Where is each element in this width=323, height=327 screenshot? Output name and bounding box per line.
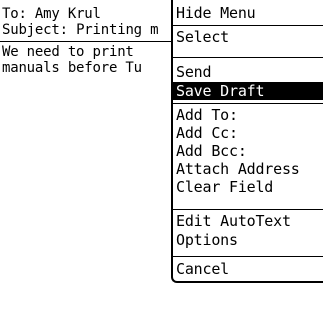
menu-item-select[interactable]: Select <box>173 28 323 46</box>
message-body-line[interactable]: We need to print <box>2 44 134 60</box>
menu-separator <box>173 25 323 26</box>
menu-item-hide-menu[interactable]: Hide Menu <box>173 4 323 22</box>
to-field[interactable]: To: Amy Krul <box>2 6 101 22</box>
to-label: To: <box>2 6 27 22</box>
context-menu: Hide Menu Select Send Save Draft Add To:… <box>171 0 323 283</box>
menu-separator <box>173 57 323 58</box>
menu-item-add-bcc[interactable]: Add Bcc: <box>173 142 323 160</box>
menu-item-add-cc[interactable]: Add Cc: <box>173 124 323 142</box>
menu-item-options[interactable]: Options <box>173 231 323 249</box>
device-screen: To: Amy Krul Subject: Printing m We need… <box>0 0 323 327</box>
menu-item-edit-autotext[interactable]: Edit AutoText <box>173 212 323 230</box>
header-divider <box>0 41 175 42</box>
subject-value: Printing m <box>76 22 159 38</box>
menu-item-cancel[interactable]: Cancel <box>173 260 323 278</box>
menu-item-attach-address[interactable]: Attach Address <box>173 160 323 178</box>
subject-field[interactable]: Subject: Printing m <box>2 22 159 38</box>
message-body-line[interactable]: manuals before Tu <box>2 60 142 76</box>
menu-item-clear-field[interactable]: Clear Field <box>173 178 323 196</box>
to-value: Amy Krul <box>34 6 101 22</box>
menu-item-add-to[interactable]: Add To: <box>173 106 323 124</box>
menu-item-send[interactable]: Send <box>173 63 323 81</box>
subject-label: Subject: <box>2 22 68 38</box>
menu-separator <box>173 103 323 104</box>
menu-item-save-draft[interactable]: Save Draft <box>173 82 323 100</box>
menu-separator <box>173 209 323 210</box>
menu-separator <box>173 256 323 257</box>
